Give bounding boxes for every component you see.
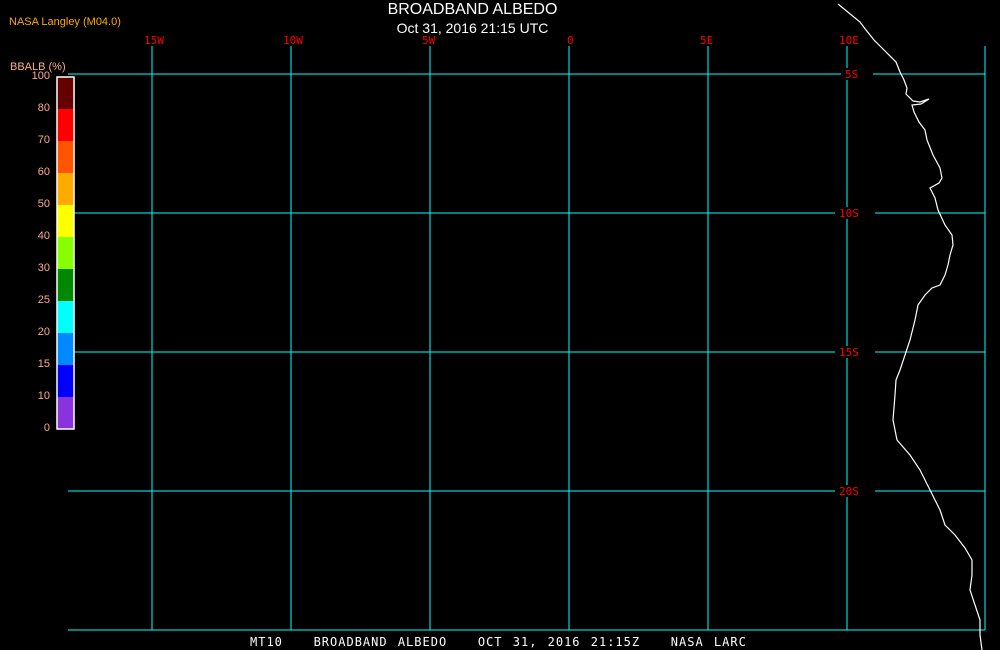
latitude-label: 5S xyxy=(845,68,858,81)
colorbar-tick-label: 15 xyxy=(37,358,50,370)
colorbar-segment xyxy=(57,397,74,429)
colorbar-tick-label: 25 xyxy=(37,294,50,306)
colorbar-segment xyxy=(57,237,74,269)
colorbar-tick-label: 70 xyxy=(37,134,50,146)
colorbar-segment xyxy=(57,269,74,301)
colorbar-tick-label: 100 xyxy=(31,70,50,82)
colorbar-segment xyxy=(57,333,74,365)
colorbar-segment xyxy=(57,173,74,205)
latitude-label: 10S xyxy=(839,207,859,220)
colorbar-tick-label: 30 xyxy=(37,262,50,274)
colorbar-tick-label: 50 xyxy=(37,198,50,210)
coastline xyxy=(837,3,983,650)
map-subtitle: Oct 31, 2016 21:15 UTC xyxy=(396,20,549,36)
colorbar-tick-label: 0 xyxy=(43,422,50,434)
colorbar-segment xyxy=(57,77,74,109)
colorbar-tick-label: 60 xyxy=(37,166,50,178)
footer-caption: MT10 BROADBAND ALBEDO OCT 31, 2016 21:15… xyxy=(250,635,747,649)
colorbar-segment xyxy=(57,141,74,173)
colorbar-segment xyxy=(57,109,74,141)
colorbar-segment xyxy=(57,301,74,333)
colorbar-tick-label: 10 xyxy=(37,390,50,402)
satellite-image-viewer: 15W 10W 5W 0 5E 10E 5S 10S 15S 20S NASA Langley (… xyxy=(0,0,1000,650)
latitude-label: 20S xyxy=(839,485,859,498)
colorbar-tick-label: 80 xyxy=(37,102,50,114)
colorbar-segment xyxy=(57,205,74,237)
map-canvas: 15W 10W 5W 0 5E 10E5S10S15S20S xyxy=(56,3,986,650)
colorbar-tick-label: 20 xyxy=(37,326,50,338)
colorbar-segment xyxy=(57,365,74,397)
latitude-label: 15S xyxy=(839,346,859,359)
map-title: BROADBAND ALBEDO xyxy=(387,1,558,18)
colorbar-tick-label: 40 xyxy=(37,230,50,242)
